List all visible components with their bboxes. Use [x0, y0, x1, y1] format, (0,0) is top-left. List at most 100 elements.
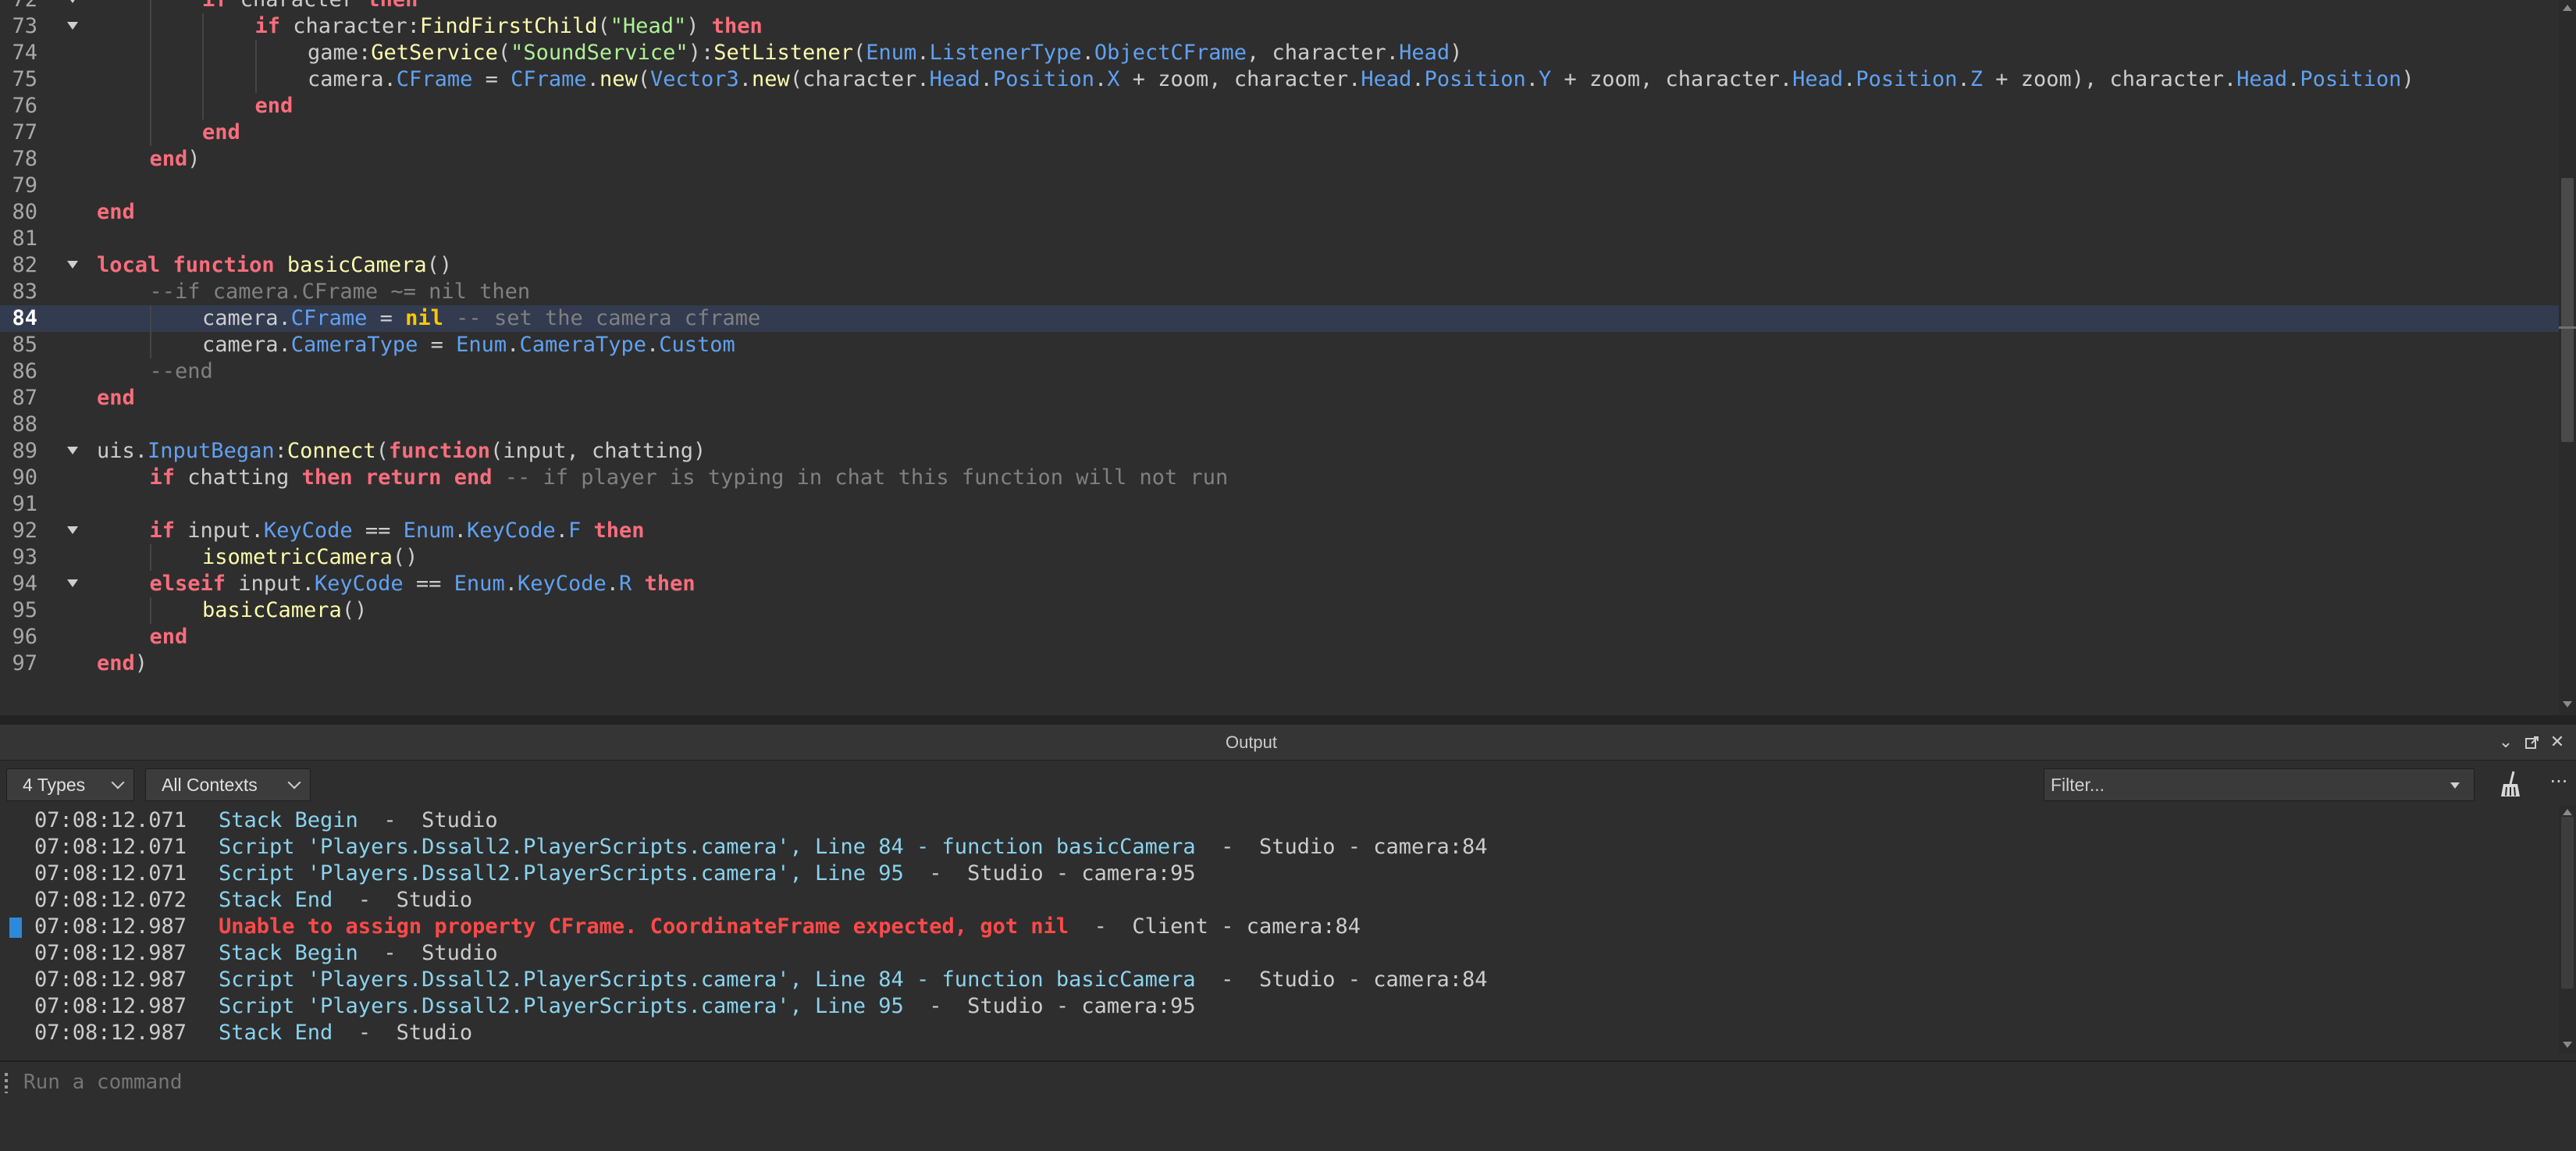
code-line[interactable]: 72 if character then [0, 0, 2560, 13]
log-message: Stack Begin [219, 941, 358, 965]
code-line[interactable]: 93 isometricCamera() [0, 544, 2560, 571]
code-line[interactable]: 85 camera.CameraType = Enum.CameraType.Cu… [0, 332, 2560, 358]
close-icon[interactable]: ✕ [2546, 725, 2568, 761]
code-line[interactable]: 88 [0, 412, 2560, 438]
fold-toggle-icon[interactable] [67, 0, 78, 3]
log-entry[interactable]: 07:08:12.987 Stack End - Studio [0, 1020, 2559, 1046]
code-token: CameraType [290, 333, 418, 357]
code-token: Position [992, 67, 1094, 91]
code-line[interactable]: 84 camera.CFrame = nil -- set the camera … [0, 305, 2560, 332]
log-entry[interactable]: 07:08:12.987 Script 'Players.Dssall2.Play… [0, 967, 2559, 993]
log-entry[interactable]: 07:08:12.072 Stack End - Studio [0, 887, 2559, 914]
log-entry[interactable]: 07:08:12.071 Script 'Players.Dssall2.Play… [0, 861, 2559, 887]
log-message[interactable]: Script 'Players.Dssall2.PlayerScripts.ca… [219, 861, 904, 886]
fold-toggle-icon[interactable] [67, 22, 78, 30]
code-text: isometricCamera() [202, 544, 418, 571]
output-log[interactable]: 07:08:12.071 Stack Begin - Studio 07:08:12… [0, 806, 2559, 1054]
panel-splitter[interactable] [0, 715, 2576, 725]
log-message-line: Unable to assign property CFrame. Coordi… [219, 914, 1361, 940]
code-line[interactable]: 94 elseif input.KeyCode == Enum.KeyCode.R… [0, 571, 2560, 597]
log-source: - Studio [333, 888, 473, 912]
log-message[interactable]: Script 'Players.Dssall2.PlayerScripts.ca… [219, 994, 904, 1018]
code-token: InputBegan [148, 439, 275, 463]
code-text: camera.CFrame = CFrame.new(Vector3.new(c… [308, 66, 2414, 93]
log-entry[interactable]: 07:08:12.987 Stack Begin - Studio [0, 940, 2559, 967]
code-line[interactable]: 82 local function basicCamera() [0, 252, 2560, 279]
log-entry[interactable]: 07:08:12.987 Script 'Players.Dssall2.Play… [0, 993, 2559, 1020]
log-message[interactable]: Script 'Players.Dssall2.PlayerScripts.ca… [219, 835, 1196, 859]
code-line[interactable]: 97 end) [0, 650, 2560, 677]
scroll-down-icon[interactable] [2563, 701, 2572, 707]
code-line[interactable]: 78 end) [0, 146, 2560, 173]
code-line[interactable]: 89 uis.InputBegan:Connect(function(input,… [0, 438, 2560, 465]
log-entry[interactable]: 07:08:12.071 Stack Begin - Studio [0, 807, 2559, 834]
code-line[interactable]: 91 [0, 491, 2560, 518]
log-timestamp: 07:08:12.987 [34, 994, 187, 1018]
scroll-up-icon[interactable] [2563, 809, 2572, 815]
code-token: return [365, 465, 442, 490]
script-editor[interactable]: 72if character then73 if character:FindFi… [0, 0, 2576, 715]
message-types-dropdown[interactable]: 4 Types [6, 768, 134, 801]
code-token: chatting [175, 465, 302, 490]
command-input[interactable] [23, 1062, 2521, 1103]
editor-scrollbar-thumb[interactable] [2561, 178, 2574, 442]
code-line[interactable]: 74 game:GetService("SoundService"):SetLis… [0, 40, 2560, 66]
code-line[interactable]: 73 if character:FindFirstChild("Head") th… [0, 13, 2560, 40]
code-line[interactable]: 77 end [0, 119, 2560, 146]
drag-grip-icon[interactable] [5, 1073, 8, 1093]
code-line[interactable]: 81 [0, 226, 2560, 252]
output-scrollbar-thumb[interactable] [2561, 817, 2574, 989]
code-line[interactable]: 86 --end [0, 358, 2560, 385]
output-scrollbar[interactable] [2559, 806, 2576, 1054]
fold-toggle-icon[interactable] [67, 261, 78, 269]
code-line[interactable]: 76 end [0, 93, 2560, 119]
code-line[interactable]: 90 if chatting then return end -- if play… [0, 465, 2560, 491]
clear-output-button[interactable] [2495, 768, 2528, 801]
code-token: "Head" [610, 14, 687, 38]
log-entry[interactable]: 07:08:12.071 Script 'Players.Dssall2.Play… [0, 834, 2559, 861]
code-text: if character:FindFirstChild("Head") then [255, 13, 763, 40]
code-token: ( [853, 41, 866, 65]
code-token: = [367, 306, 406, 330]
log-timestamp: 07:08:12.987 [34, 1021, 187, 1045]
log-entry-error[interactable]: 07:08:12.987 Unable to assign property CF… [0, 914, 2559, 940]
code-token: . [980, 67, 993, 91]
code-token: X [1107, 67, 1120, 91]
code-token: end [97, 386, 135, 410]
fold-toggle-icon[interactable] [67, 526, 78, 534]
line-number: 95 [12, 598, 37, 622]
code-line[interactable]: 87 end [0, 385, 2560, 412]
code-token: "SoundService" [511, 41, 688, 65]
collapse-icon[interactable]: ⌄ [2495, 725, 2517, 761]
log-message[interactable]: Script 'Players.Dssall2.PlayerScripts.ca… [219, 967, 1196, 992]
code-token: () [341, 598, 368, 622]
code-token: KeyCode [314, 572, 404, 596]
code-token: if [202, 0, 228, 12]
code-line[interactable]: 79 [0, 173, 2560, 199]
code-token: Enum [456, 333, 507, 357]
code-token: = [472, 67, 511, 91]
more-options-icon[interactable]: ··· [2546, 768, 2571, 801]
contexts-dropdown[interactable]: All Contexts [145, 768, 311, 801]
code-text: end) [150, 146, 201, 173]
editor-scrollbar[interactable] [2559, 0, 2576, 715]
fold-toggle-icon[interactable] [67, 579, 78, 587]
code-line[interactable]: 95 basicCamera() [0, 597, 2560, 624]
filter-dropdown-icon[interactable] [2450, 782, 2460, 789]
log-message: Stack Begin [219, 808, 358, 832]
line-number: 81 [12, 226, 37, 251]
scroll-down-icon[interactable] [2563, 1042, 2572, 1048]
code-line[interactable]: 75 camera.CFrame = CFrame.new(Vector3.new… [0, 66, 2560, 93]
code-token: ) [134, 651, 148, 675]
line-number: 73 [12, 14, 37, 38]
filter-input[interactable]: Filter... [2044, 768, 2475, 801]
code-line[interactable]: 92 if input.KeyCode == Enum.KeyCode.F the… [0, 518, 2560, 544]
scroll-up-icon[interactable] [2563, 5, 2572, 11]
code-line[interactable]: 80 end [0, 199, 2560, 226]
code-line[interactable]: 83 --if camera.CFrame ~= nil then [0, 279, 2560, 305]
undock-icon[interactable] [2521, 725, 2543, 761]
fold-toggle-icon[interactable] [67, 447, 78, 454]
code-token: FindFirstChild [419, 14, 598, 38]
error-marker-icon [9, 918, 22, 938]
code-line[interactable]: 96 end [0, 624, 2560, 650]
